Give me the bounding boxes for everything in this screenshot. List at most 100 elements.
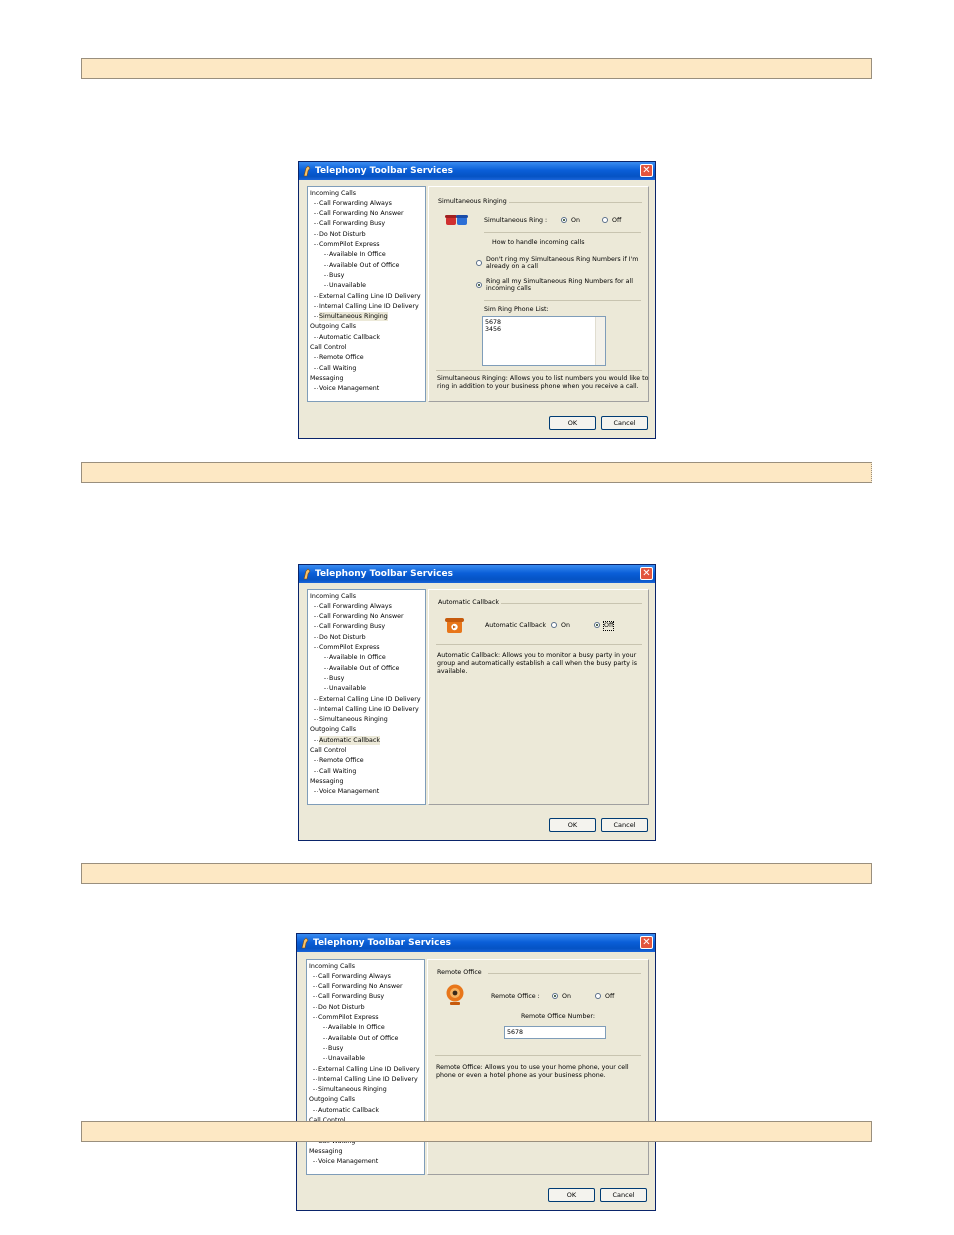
tree-item-do-not-disturb[interactable]: Do Not Disturb: [314, 633, 366, 642]
tree-item-outgoing-calls[interactable]: Outgoing Calls: [309, 1095, 355, 1104]
tree-item-messaging[interactable]: Messaging: [310, 374, 343, 383]
tree-item-simultaneous-ringing[interactable]: Simultaneous Ringing: [314, 312, 388, 321]
tree-item-call-forwarding-busy[interactable]: Call Forwarding Busy: [313, 219, 385, 228]
simultaneous-ring-on-radio[interactable]: [561, 217, 567, 223]
tree-item-incoming-calls[interactable]: Incoming Calls: [309, 962, 355, 971]
tree-item-available-in-office[interactable]: Available In Office: [323, 1023, 385, 1032]
remote-office-off-radio[interactable]: [595, 993, 601, 999]
tree-item-unavailable[interactable]: Unavailable: [323, 281, 366, 290]
tree-item-commpilot-express[interactable]: CommPilot Express: [314, 240, 380, 249]
section-bar-1: [81, 58, 872, 79]
tree-item-call-forwarding-no-answer[interactable]: Call Forwarding No Answer: [313, 982, 403, 991]
sim-ring-phone-list[interactable]: 5678 3456: [482, 316, 606, 366]
tree-item-available-out-of-office[interactable]: Available Out of Office: [323, 261, 399, 270]
tree-item-external-clid[interactable]: External Calling Line ID Delivery: [314, 292, 421, 301]
tree-item-voice-management[interactable]: Voice Management: [313, 384, 379, 393]
tree-item-call-forwarding-no-answer[interactable]: Call Forwarding No Answer: [314, 209, 404, 218]
group-title: Automatic Callback: [438, 599, 500, 606]
tree-item-external-clid[interactable]: External Calling Line ID Delivery: [313, 1065, 420, 1074]
tree-item-do-not-disturb[interactable]: Do Not Disturb: [313, 1003, 365, 1012]
services-tree[interactable]: Incoming Calls Call Forwarding Always Ca…: [306, 959, 425, 1175]
ring-all-radio[interactable]: [476, 282, 482, 288]
dialog-remote-office: Telephony Toolbar Services ✕ Incoming Ca…: [296, 933, 656, 1211]
sim-ring-phone-list-label: Sim Ring Phone List:: [484, 306, 549, 313]
tree-item-remote-office[interactable]: Remote Office: [314, 756, 364, 765]
ok-button[interactable]: OK: [549, 818, 596, 832]
tree-item-commpilot-express[interactable]: CommPilot Express: [314, 643, 380, 652]
off-label: Off: [605, 993, 615, 1000]
tree-item-automatic-callback[interactable]: Automatic Callback: [312, 1106, 379, 1115]
handle-calls-label: How to handle incoming calls: [492, 239, 585, 246]
close-button[interactable]: ✕: [640, 164, 653, 177]
cancel-button[interactable]: Cancel: [600, 1188, 647, 1202]
dont-ring-if-busy-radio[interactable]: [476, 260, 482, 266]
automatic-callback-on-radio[interactable]: [551, 622, 557, 628]
remote-office-label: Remote Office :: [491, 993, 540, 1000]
remote-office-number-input[interactable]: 5678: [504, 1026, 606, 1039]
tree-item-available-in-office[interactable]: Available In Office: [324, 250, 386, 259]
close-button[interactable]: ✕: [640, 936, 653, 949]
tree-item-simultaneous-ringing[interactable]: Simultaneous Ringing: [313, 1085, 387, 1094]
tree-item-simultaneous-ringing[interactable]: Simultaneous Ringing: [314, 715, 388, 724]
automatic-callback-label: Automatic Callback: [485, 622, 547, 629]
window-title: Telephony Toolbar Services: [315, 166, 453, 176]
window-title: Telephony Toolbar Services: [315, 569, 453, 579]
tree-item-call-forwarding-always[interactable]: Call Forwarding Always: [314, 199, 392, 208]
tree-item-messaging[interactable]: Messaging: [310, 777, 343, 786]
description-line1: Simultaneous Ringing: Allows you to list…: [437, 375, 649, 382]
ok-button[interactable]: OK: [548, 1188, 595, 1202]
tree-item-automatic-callback[interactable]: Automatic Callback: [313, 333, 380, 342]
tree-item-internal-clid[interactable]: Internal Calling Line ID Delivery: [313, 1075, 418, 1084]
remote-office-on-radio[interactable]: [552, 993, 558, 999]
ok-button[interactable]: OK: [549, 416, 596, 430]
tree-item-available-out-of-office[interactable]: Available Out of Office: [322, 1034, 398, 1043]
tree-item-unavailable[interactable]: Unavailable: [322, 1054, 365, 1063]
cancel-button[interactable]: Cancel: [601, 818, 648, 832]
tree-item-commpilot-express[interactable]: CommPilot Express: [313, 1013, 379, 1022]
tree-item-call-waiting[interactable]: Call Waiting: [313, 767, 356, 776]
group-title: Simultaneous Ringing: [438, 198, 507, 205]
services-tree[interactable]: Incoming Calls Call Forwarding Always Ca…: [307, 186, 426, 402]
on-label: On: [571, 217, 580, 224]
scrollbar[interactable]: [595, 317, 605, 365]
tree-item-available-in-office[interactable]: Available In Office: [324, 653, 386, 662]
tree-item-call-forwarding-always[interactable]: Call Forwarding Always: [314, 602, 392, 611]
divider: [488, 973, 641, 974]
tree-item-remote-office[interactable]: Remote Office: [314, 353, 364, 362]
tree-item-automatic-callback[interactable]: Automatic Callback: [313, 736, 381, 745]
tree-item-voice-management[interactable]: Voice Management: [313, 787, 379, 796]
tree-item-voice-management[interactable]: Voice Management: [312, 1157, 378, 1166]
section-bar-2: [81, 462, 872, 483]
title-bar[interactable]: Telephony Toolbar Services ✕: [297, 934, 655, 952]
tree-item-call-forwarding-always[interactable]: Call Forwarding Always: [313, 972, 391, 981]
close-button[interactable]: ✕: [640, 567, 653, 580]
tree-item-call-forwarding-no-answer[interactable]: Call Forwarding No Answer: [314, 612, 404, 621]
tree-item-call-forwarding-busy[interactable]: Call Forwarding Busy: [312, 992, 384, 1001]
tree-item-busy[interactable]: Busy: [322, 1044, 343, 1053]
services-tree[interactable]: Incoming Calls Call Forwarding Always Ca…: [307, 589, 426, 805]
tree-item-call-forwarding-busy[interactable]: Call Forwarding Busy: [313, 622, 385, 631]
tree-item-busy[interactable]: Busy: [323, 271, 344, 280]
tree-item-messaging[interactable]: Messaging: [309, 1147, 342, 1156]
tree-item-outgoing-calls[interactable]: Outgoing Calls: [310, 322, 356, 331]
tree-item-call-control[interactable]: Call Control: [310, 343, 347, 352]
divider: [484, 232, 641, 233]
title-bar[interactable]: Telephony Toolbar Services ✕: [299, 162, 655, 180]
tree-item-busy[interactable]: Busy: [323, 674, 344, 683]
title-bar[interactable]: Telephony Toolbar Services ✕: [299, 565, 655, 583]
tree-item-do-not-disturb[interactable]: Do Not Disturb: [314, 230, 366, 239]
tree-item-call-control[interactable]: Call Control: [310, 746, 347, 755]
automatic-callback-off-radio[interactable]: [594, 622, 600, 628]
tree-item-external-clid[interactable]: External Calling Line ID Delivery: [314, 695, 421, 704]
tree-item-call-waiting[interactable]: Call Waiting: [313, 364, 356, 373]
description-line2: phone or even a hotel phone as your busi…: [436, 1072, 606, 1079]
cancel-button[interactable]: Cancel: [601, 416, 648, 430]
tree-item-available-out-of-office[interactable]: Available Out of Office: [323, 664, 399, 673]
tree-item-unavailable[interactable]: Unavailable: [323, 684, 366, 693]
tree-item-incoming-calls[interactable]: Incoming Calls: [310, 189, 356, 198]
tree-item-outgoing-calls[interactable]: Outgoing Calls: [310, 725, 356, 734]
simultaneous-ring-off-radio[interactable]: [602, 217, 608, 223]
tree-item-incoming-calls[interactable]: Incoming Calls: [310, 592, 356, 601]
tree-item-internal-clid[interactable]: Internal Calling Line ID Delivery: [314, 302, 419, 311]
tree-item-internal-clid[interactable]: Internal Calling Line ID Delivery: [314, 705, 419, 714]
